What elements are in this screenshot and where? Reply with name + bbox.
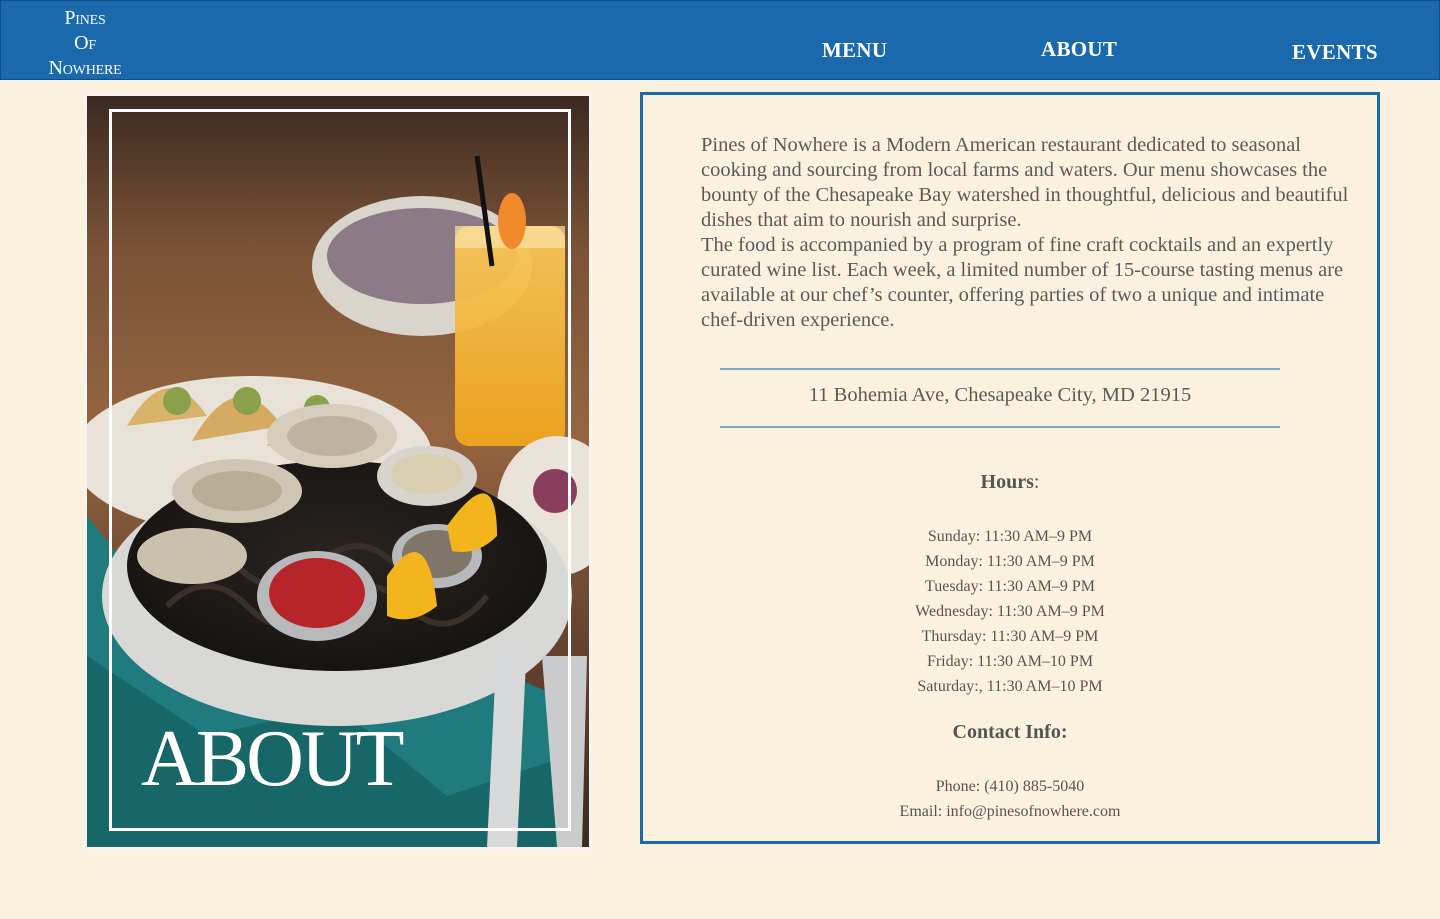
- hours-tuesday: Tuesday: 11:30 AM–9 PM: [925, 578, 1095, 595]
- contact-phone[interactable]: Phone: (410) 885-5040: [643, 774, 1377, 799]
- hours-sunday: Sunday: 11:30 AM–9 PM: [927, 528, 1093, 545]
- address-text: 11 Bohemia Ave, Chesapeake City, MD 2191…: [808, 384, 1192, 406]
- address-divider-top: [720, 368, 1280, 370]
- hours-heading: Hours:: [643, 471, 1377, 494]
- hours-monday: Monday: 11:30 AM–9 PM: [925, 553, 1095, 570]
- hours-wednesday: Wednesday: 11:30 AM–9 PM: [915, 603, 1105, 620]
- hours-list: Sunday: 11:30 AM–9 PM Monday: 11:30 AM–9…: [643, 524, 1377, 699]
- address-divider-bottom: [720, 426, 1280, 428]
- contact-list: Phone: (410) 885-5040 Email: info@pineso…: [643, 774, 1377, 824]
- intro-paragraph-2: The food is accompanied by a program of …: [701, 234, 1344, 331]
- contact-email[interactable]: Email: info@pinesofnowhere.com: [643, 799, 1377, 824]
- nav-menu-link[interactable]: MENU: [822, 38, 887, 63]
- logo-line-3: Nowhere: [48, 57, 122, 79]
- nav-events-link[interactable]: EVENTS: [1292, 40, 1378, 65]
- hero-about-title: ABOUT: [141, 715, 405, 803]
- site-header: Pines Of Nowhere MENU ABOUT EVENTS: [0, 0, 1440, 80]
- logo-line-1: Pines: [64, 7, 106, 29]
- hours-thursday: Thursday: 11:30 AM–9 PM: [921, 628, 1099, 645]
- hours-saturday: Saturday:, 11:30 AM–10 PM: [917, 678, 1103, 695]
- contact-heading: Contact Info:: [952, 721, 1068, 743]
- restaurant-info-card: Pines of Nowhere is a Modern American re…: [640, 92, 1380, 844]
- intro-text: Pines of Nowhere is a Modern American re…: [701, 133, 1351, 333]
- hero-photo-frame: ABOUT: [84, 93, 592, 850]
- intro-paragraph-1: Pines of Nowhere is a Modern American re…: [701, 134, 1349, 231]
- logo-line-2: Of: [74, 32, 96, 54]
- nav-about-link[interactable]: ABOUT: [1041, 37, 1117, 62]
- hours-heading-colon: :: [1033, 471, 1040, 493]
- hours-friday: Friday: 11:30 AM–10 PM: [926, 653, 1094, 670]
- hours-heading-text: Hours: [980, 471, 1034, 493]
- site-logo[interactable]: Pines Of Nowhere: [31, 6, 139, 81]
- oyster-platter-photo: ABOUT: [87, 96, 589, 847]
